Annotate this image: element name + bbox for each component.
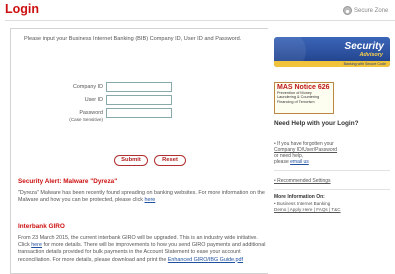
company-id-input[interactable] [106, 82, 172, 92]
giro-details-link[interactable]: here [31, 242, 42, 248]
secure-zone-badge: Secure Zone [343, 6, 388, 15]
more-info-heading: More Information On: [274, 194, 325, 200]
security-advisory-banner[interactable]: Security Advisory Banking with Secure Co… [274, 37, 390, 67]
user-id-input[interactable] [106, 95, 172, 105]
security-alert-body: "Dyreza" Malware has been recently found… [18, 190, 268, 204]
giro-title: Interbank GIRO [18, 223, 65, 230]
password-label: Password [79, 110, 103, 116]
security-alert-text: "Dyreza" Malware has been recently found… [18, 190, 265, 204]
reset-button[interactable]: Reset [154, 155, 186, 166]
email-line: please email us [274, 159, 392, 165]
security-alert-title: Security Alert: Malware "Dyreza" [18, 178, 118, 185]
recommended-settings-link[interactable]: • Recommended Settings [274, 178, 392, 184]
more-info-subhead: • Business Internet Banking [274, 201, 331, 206]
settings-divider [274, 189, 390, 190]
banner-subtitle: Advisory [359, 52, 383, 58]
banner-title: Security [344, 41, 384, 52]
company-id-row: Company ID [40, 82, 172, 92]
user-id-label: User ID [84, 97, 103, 103]
lock-icon [343, 6, 352, 15]
user-id-row: User ID [40, 95, 172, 105]
giro-body: From 23 March 2015, the current interban… [18, 235, 268, 264]
more-info-links[interactable]: Demo | Apply Here | FAQs | T&C [274, 207, 392, 213]
mas-notice-banner[interactable]: MAS Notice 626 Prevention of Money Laund… [274, 82, 334, 114]
mas-notice-line-3: Financing of Terrorism [277, 99, 315, 104]
help-heading: Need Help with your Login? [274, 120, 359, 127]
please-text: please [274, 159, 289, 165]
giro-guide-link[interactable]: Enhanced GIRO/IBG Guide.pdf [168, 257, 243, 263]
page-header: Login Secure Zone [0, 0, 395, 22]
company-id-label: Company ID [73, 84, 103, 90]
help-divider [274, 170, 390, 171]
mas-notice-title: MAS Notice 626 [277, 84, 330, 91]
secure-zone-label: Secure Zone [354, 7, 389, 14]
submit-button[interactable]: Submit [114, 155, 148, 166]
page-title: Login [5, 2, 40, 16]
security-alert-link[interactable]: here [144, 197, 155, 203]
header-divider [5, 20, 395, 21]
giro-text-2: for more details. [43, 242, 83, 249]
case-sensitive-row: (Case Sensitive) [40, 117, 106, 122]
email-us-link[interactable]: email us [290, 159, 309, 165]
login-instructions: Please input your Business Internet Bank… [24, 36, 242, 42]
password-input[interactable] [106, 108, 172, 118]
banner-strip: Banking with Secure Code [274, 61, 390, 67]
case-sensitive-note: (Case Sensitive) [69, 117, 103, 122]
